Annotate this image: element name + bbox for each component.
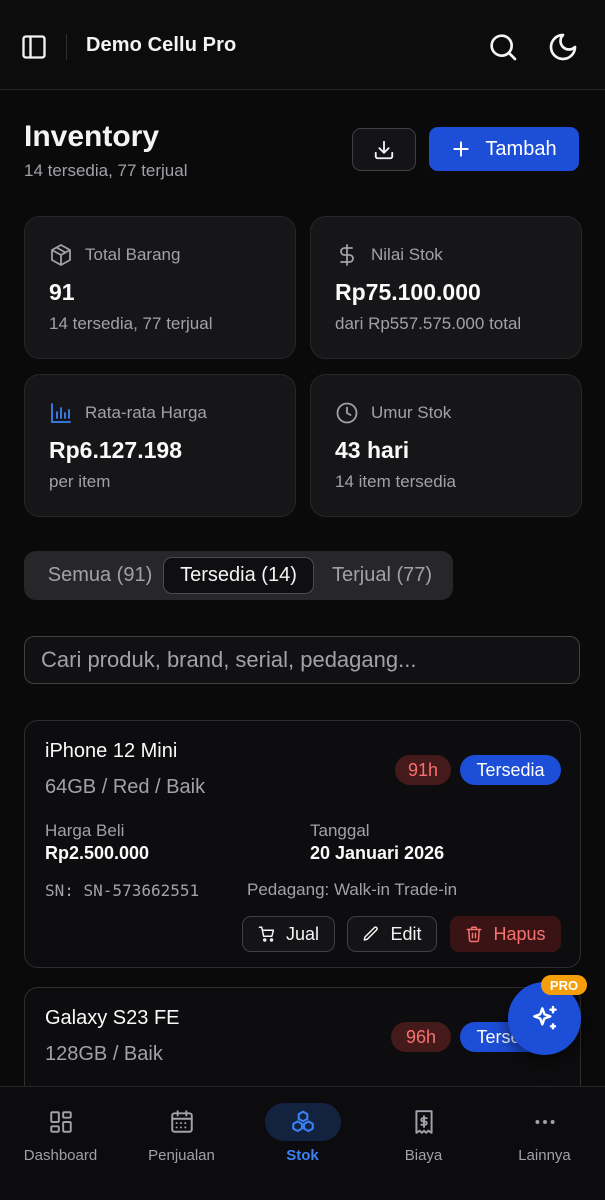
nav-biaya[interactable]: Biaya — [363, 1087, 484, 1200]
stat-card-stock-value: Nilai Stok Rp75.100.000 dari Rp557.575.0… — [310, 216, 582, 359]
add-item-label: Tambah — [485, 137, 557, 160]
edit-button[interactable]: Edit — [347, 916, 437, 952]
age-badge: 96h — [391, 1022, 451, 1052]
stat-desc: 14 item tersedia — [335, 472, 456, 491]
product-variant: 64GB / Red / Baik — [45, 776, 206, 798]
stat-label: Nilai Stok — [371, 245, 443, 264]
bottom-navigation: Dashboard Penjualan Stok Biaya Lainnya — [0, 1086, 605, 1200]
plus-icon — [453, 141, 470, 157]
age-badge: 91h — [395, 755, 451, 785]
nav-dashboard[interactable]: Dashboard — [0, 1087, 121, 1200]
clock-icon — [336, 402, 358, 424]
stat-label: Rata-rata Harga — [85, 403, 207, 422]
stat-desc: per item — [49, 472, 111, 491]
stat-desc: dari Rp557.575.000 total — [335, 314, 522, 333]
download-button[interactable] — [352, 128, 416, 171]
stat-card-stock-age: Umur Stok 43 hari 14 item tersedia — [310, 374, 582, 517]
calendar-icon — [171, 1110, 193, 1133]
product-name: iPhone 12 Mini — [45, 740, 178, 762]
page-title: Inventory — [24, 120, 160, 153]
bar-chart-icon — [51, 403, 71, 423]
nav-stok[interactable]: Stok — [242, 1087, 363, 1200]
nav-label: Dashboard — [23, 1147, 98, 1164]
header-divider — [66, 34, 67, 60]
product-variant: 128GB / Baik — [45, 1043, 163, 1065]
edit-label: Edit — [390, 923, 422, 944]
boxes-icon — [292, 1110, 314, 1133]
sell-label: Jual — [285, 923, 320, 944]
stat-label: Umur Stok — [371, 403, 452, 422]
pro-badge: PRO — [541, 975, 587, 995]
buy-price-value: Rp2.500.000 — [45, 843, 150, 863]
product-name: Galaxy S23 FE — [45, 1007, 180, 1029]
search-icon[interactable] — [487, 31, 519, 63]
filter-tabs: Semua (91) Tersedia (14) Terjual (77) — [24, 551, 453, 600]
nav-label: Stok — [286, 1147, 319, 1164]
search-input[interactable] — [24, 636, 580, 684]
pencil-icon — [363, 926, 379, 941]
serial-number: SN: SN-573662551 — [45, 881, 200, 900]
stat-card-total-items: Total Barang 91 14 tersedia, 77 terjual — [24, 216, 296, 359]
nav-penjualan[interactable]: Penjualan — [121, 1087, 242, 1200]
dashboard-icon — [50, 1111, 72, 1133]
delete-label: Hapus — [493, 923, 546, 944]
download-icon — [374, 140, 394, 159]
stat-value: 91 — [49, 279, 75, 305]
app-title: Demo Cellu Pro — [86, 34, 237, 56]
nav-label: Biaya — [404, 1147, 443, 1164]
tab-sold[interactable]: Terjual (77) — [317, 557, 447, 594]
page-subtitle: 14 tersedia, 77 terjual — [24, 161, 188, 180]
stat-card-average-price: Rata-rata Harga Rp6.127.198 per item — [24, 374, 296, 517]
date-value: 20 Januari 2026 — [310, 843, 445, 863]
stat-desc: 14 tersedia, 77 terjual — [49, 314, 213, 333]
sell-button[interactable]: Jual — [242, 916, 335, 952]
box-icon — [51, 244, 71, 266]
nav-label: Lainnya — [518, 1147, 571, 1164]
status-badge: Tersedia — [460, 755, 561, 785]
moon-icon[interactable] — [547, 31, 579, 63]
nav-label: Penjualan — [148, 1147, 215, 1164]
date-label: Tanggal — [310, 821, 370, 840]
tab-available[interactable]: Tersedia (14) — [163, 557, 314, 594]
delete-button[interactable]: Hapus — [450, 916, 561, 952]
sparkles-icon — [532, 1005, 557, 1030]
stat-value: Rp6.127.198 — [49, 437, 182, 463]
nav-lainnya[interactable]: Lainnya — [484, 1087, 605, 1200]
stat-value: 43 hari — [335, 437, 410, 463]
tab-all[interactable]: Semua (91) — [32, 557, 168, 594]
stat-value: Rp75.100.000 — [335, 279, 481, 305]
stat-label: Total Barang — [85, 245, 181, 264]
dollar-icon — [340, 244, 354, 266]
add-item-button[interactable]: Tambah — [429, 127, 579, 171]
dealer-text: Pedagang: Walk-in Trade-in — [247, 880, 458, 899]
sidebar-toggle-icon[interactable] — [20, 33, 48, 61]
receipt-icon — [415, 1110, 433, 1134]
more-icon — [535, 1120, 555, 1124]
product-card[interactable]: iPhone 12 Mini 64GB / Red / Baik 91h Ter… — [24, 720, 581, 968]
top-bar: Demo Cellu Pro — [0, 0, 605, 90]
buy-price-label: Harga Beli — [45, 821, 125, 840]
cart-icon — [258, 926, 275, 942]
trash-icon — [466, 926, 482, 943]
